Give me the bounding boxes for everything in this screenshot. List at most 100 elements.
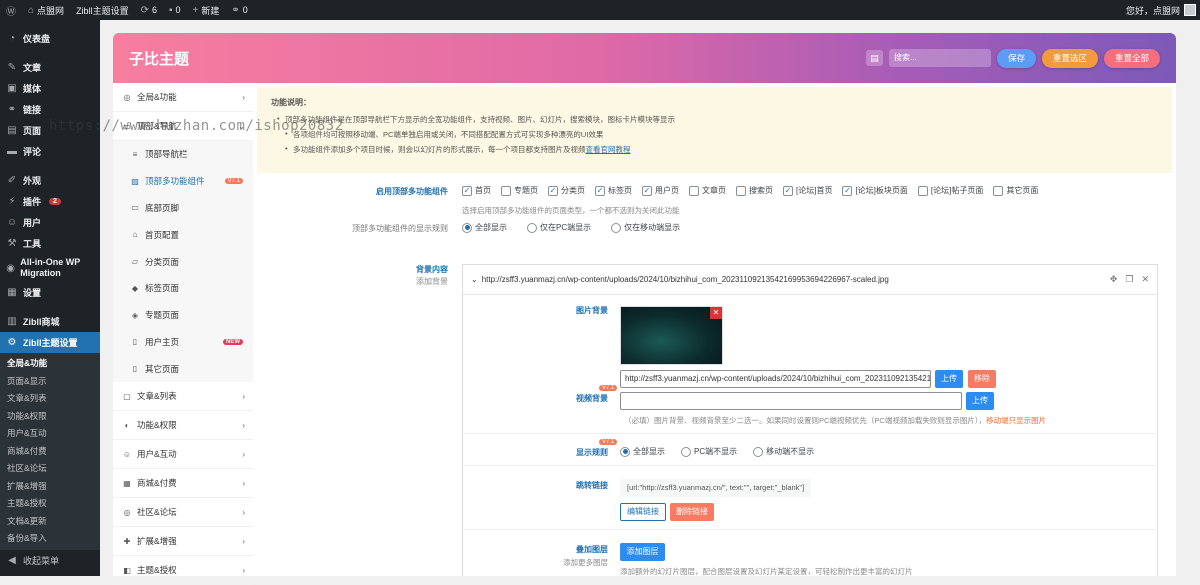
account-menu[interactable]: 您好，点盟网	[1126, 4, 1200, 17]
menu-links[interactable]: ⚭ 链接	[0, 99, 100, 120]
search-input[interactable]: 搜索...	[888, 49, 991, 67]
nav-global[interactable]: ◎ 全局&功能 ›	[113, 83, 253, 112]
nav-group[interactable]: ☺ 用户&互动 ›	[113, 440, 253, 470]
submenu-item[interactable]: 全局&功能	[0, 355, 100, 373]
checkbox-topic[interactable]: 专题页	[501, 185, 538, 196]
nav-sub-item-active[interactable]: ▨ 顶部多功能组件 V7.1	[113, 167, 253, 195]
checkbox[interactable]	[689, 185, 699, 196]
radio-all[interactable]: 全部显示	[462, 222, 507, 233]
nav-group[interactable]: ◐ 功能&权限 ›	[113, 411, 253, 441]
nav-group[interactable]: ▢ 文章&列表 ›	[113, 382, 253, 412]
docs-link[interactable]: 查看官网教程	[586, 145, 631, 154]
nav-group[interactable]: ✚ 扩展&增强 ›	[113, 527, 253, 557]
menu-migration[interactable]: ◉ All-in-One WP Migration	[0, 254, 100, 282]
expand-all-icon[interactable]: ▤	[865, 50, 883, 66]
checkbox-tag[interactable]: ✓ 标签页	[595, 185, 632, 196]
menu-media[interactable]: ▣ 媒体	[0, 78, 100, 99]
links-link[interactable]: ⚭ 0	[225, 0, 253, 20]
radio-pc[interactable]: 仅在PC端显示	[527, 222, 591, 233]
nav-top-navigation[interactable]: ▭ 顶部&导航 ⌄	[113, 112, 253, 141]
checkbox[interactable]: ✓	[595, 185, 605, 196]
checkbox-forum-plate[interactable]: ✓ [论坛]板块页面	[842, 185, 908, 196]
reset-all-button[interactable]: 重置全部	[1103, 48, 1160, 68]
delete-link-button[interactable]: 删除链接	[670, 503, 714, 521]
submenu-item[interactable]: 主题&授权	[0, 495, 100, 513]
radio[interactable]	[462, 222, 472, 233]
radio[interactable]	[527, 222, 537, 233]
checkbox-home[interactable]: ✓ 首页	[462, 185, 491, 196]
edit-link-button[interactable]: 编辑链接	[620, 503, 666, 521]
move-icon[interactable]: ✥	[1110, 274, 1118, 285]
nav-sub-item[interactable]: ◆ 标签页面	[113, 274, 253, 302]
nav-sub-item[interactable]: ▭ 底部页脚	[113, 194, 253, 222]
collapse-chevron-icon[interactable]: ⌄	[471, 275, 478, 284]
checkbox[interactable]: ✓	[783, 185, 793, 196]
menu-users[interactable]: ☺ 用户	[0, 212, 100, 233]
checkbox-forum-home[interactable]: ✓ [论坛]首页	[783, 185, 832, 196]
radio[interactable]	[753, 446, 764, 457]
close-icon[interactable]: ✕	[1141, 274, 1149, 285]
radio[interactable]	[611, 222, 622, 233]
nav-sub-item[interactable]: ⌂ 首页配置	[113, 221, 253, 249]
menu-zibll-store[interactable]: ▥ Zibll商城	[0, 311, 100, 332]
radio-mobile[interactable]: 仅在移动端显示	[611, 222, 680, 233]
wp-logo[interactable]: Ⓦ	[0, 0, 22, 20]
checkbox[interactable]: ✓	[548, 185, 558, 196]
remove-image-button[interactable]: 移除	[968, 370, 996, 388]
radio[interactable]	[620, 446, 630, 457]
submenu-item[interactable]: 用户&互动	[0, 425, 100, 443]
menu-tools[interactable]: ⚒ 工具	[0, 233, 100, 254]
submenu-item[interactable]: 页面&显示	[0, 373, 100, 391]
checkbox-other[interactable]: 其它页面	[993, 185, 1038, 196]
collapse-menu[interactable]: ◀ 收起菜单	[0, 550, 100, 571]
checkbox[interactable]: ✓	[462, 185, 472, 196]
upload-video-button[interactable]: 上传	[966, 392, 994, 410]
save-button[interactable]: 保存	[996, 48, 1036, 68]
menu-plugins[interactable]: ⚡ 插件 2	[0, 191, 100, 212]
nav-sub-item[interactable]: ≡ 顶部导航栏	[113, 141, 253, 168]
submenu-item[interactable]: 文档&更新	[0, 513, 100, 531]
video-url-input[interactable]	[620, 392, 962, 410]
site-link[interactable]: ⌂ 点盟网	[22, 0, 70, 20]
panel-header[interactable]: ⌄ http://zsff3.yuanmazj.cn/wp-content/upl…	[463, 265, 1157, 295]
radio[interactable]	[681, 446, 691, 457]
comments-link[interactable]: ▪ 0	[163, 0, 187, 20]
nav-group[interactable]: ◧ 主题&授权 ›	[113, 556, 253, 585]
submenu-item[interactable]: 功能&权限	[0, 408, 100, 426]
submenu-item[interactable]: 扩展&增强	[0, 478, 100, 496]
menu-appearance[interactable]: ✐ 外观	[0, 170, 100, 191]
radio-hide-mobile[interactable]: 移动端不显示	[753, 446, 814, 457]
menu-zibll-settings[interactable]: ⚙ Zibll主题设置	[0, 332, 100, 353]
image-url-input[interactable]: http://zsff3.yuanmazj.cn/wp-content/uplo…	[620, 370, 931, 388]
new-content-link[interactable]: + 新建	[187, 0, 226, 20]
menu-pages[interactable]: ▤ 页面	[0, 120, 100, 141]
clone-icon[interactable]: ❐	[1125, 274, 1133, 285]
nav-sub-item[interactable]: ◈ 专题页面	[113, 301, 253, 329]
checkbox-category[interactable]: ✓ 分类页	[548, 185, 585, 196]
views-counter[interactable]: ⟳ 6	[135, 0, 163, 20]
radio-hide-pc[interactable]: PC端不显示	[681, 446, 737, 457]
submenu-item[interactable]: 社区&论坛	[0, 460, 100, 478]
nav-sub-item[interactable]: ▱ 分类页面	[113, 248, 253, 275]
menu-posts[interactable]: ✎ 文章	[0, 57, 100, 78]
remove-image-icon[interactable]: ✕	[710, 307, 722, 319]
nav-group[interactable]: ▦ 商城&付费 ›	[113, 469, 253, 499]
nav-sub-item[interactable]: ▯ 其它页面	[113, 355, 253, 383]
checkbox[interactable]: ✓	[842, 185, 853, 196]
radio-show-all[interactable]: 全部显示	[620, 446, 665, 457]
theme-settings-link[interactable]: Zibll主题设置	[70, 0, 135, 20]
submenu-item[interactable]: 文章&列表	[0, 390, 100, 408]
reset-section-button[interactable]: 重置选区	[1041, 48, 1098, 68]
menu-comments[interactable]: ▬ 评论	[0, 141, 100, 162]
checkbox[interactable]	[736, 185, 746, 196]
submenu-item[interactable]: 商城&付费	[0, 443, 100, 461]
checkbox-user[interactable]: ✓ 用户页	[642, 185, 679, 196]
checkbox[interactable]	[917, 185, 928, 196]
checkbox-search[interactable]: 搜索页	[736, 185, 773, 196]
add-layer-button[interactable]: 添加图层	[620, 543, 665, 561]
menu-settings[interactable]: ▦ 设置	[0, 282, 100, 303]
checkbox[interactable]	[993, 185, 1004, 196]
checkbox-forum-post[interactable]: [论坛]帖子页面	[917, 185, 983, 196]
checkbox-post[interactable]: 文章页	[689, 185, 726, 196]
checkbox[interactable]: ✓	[642, 185, 652, 196]
